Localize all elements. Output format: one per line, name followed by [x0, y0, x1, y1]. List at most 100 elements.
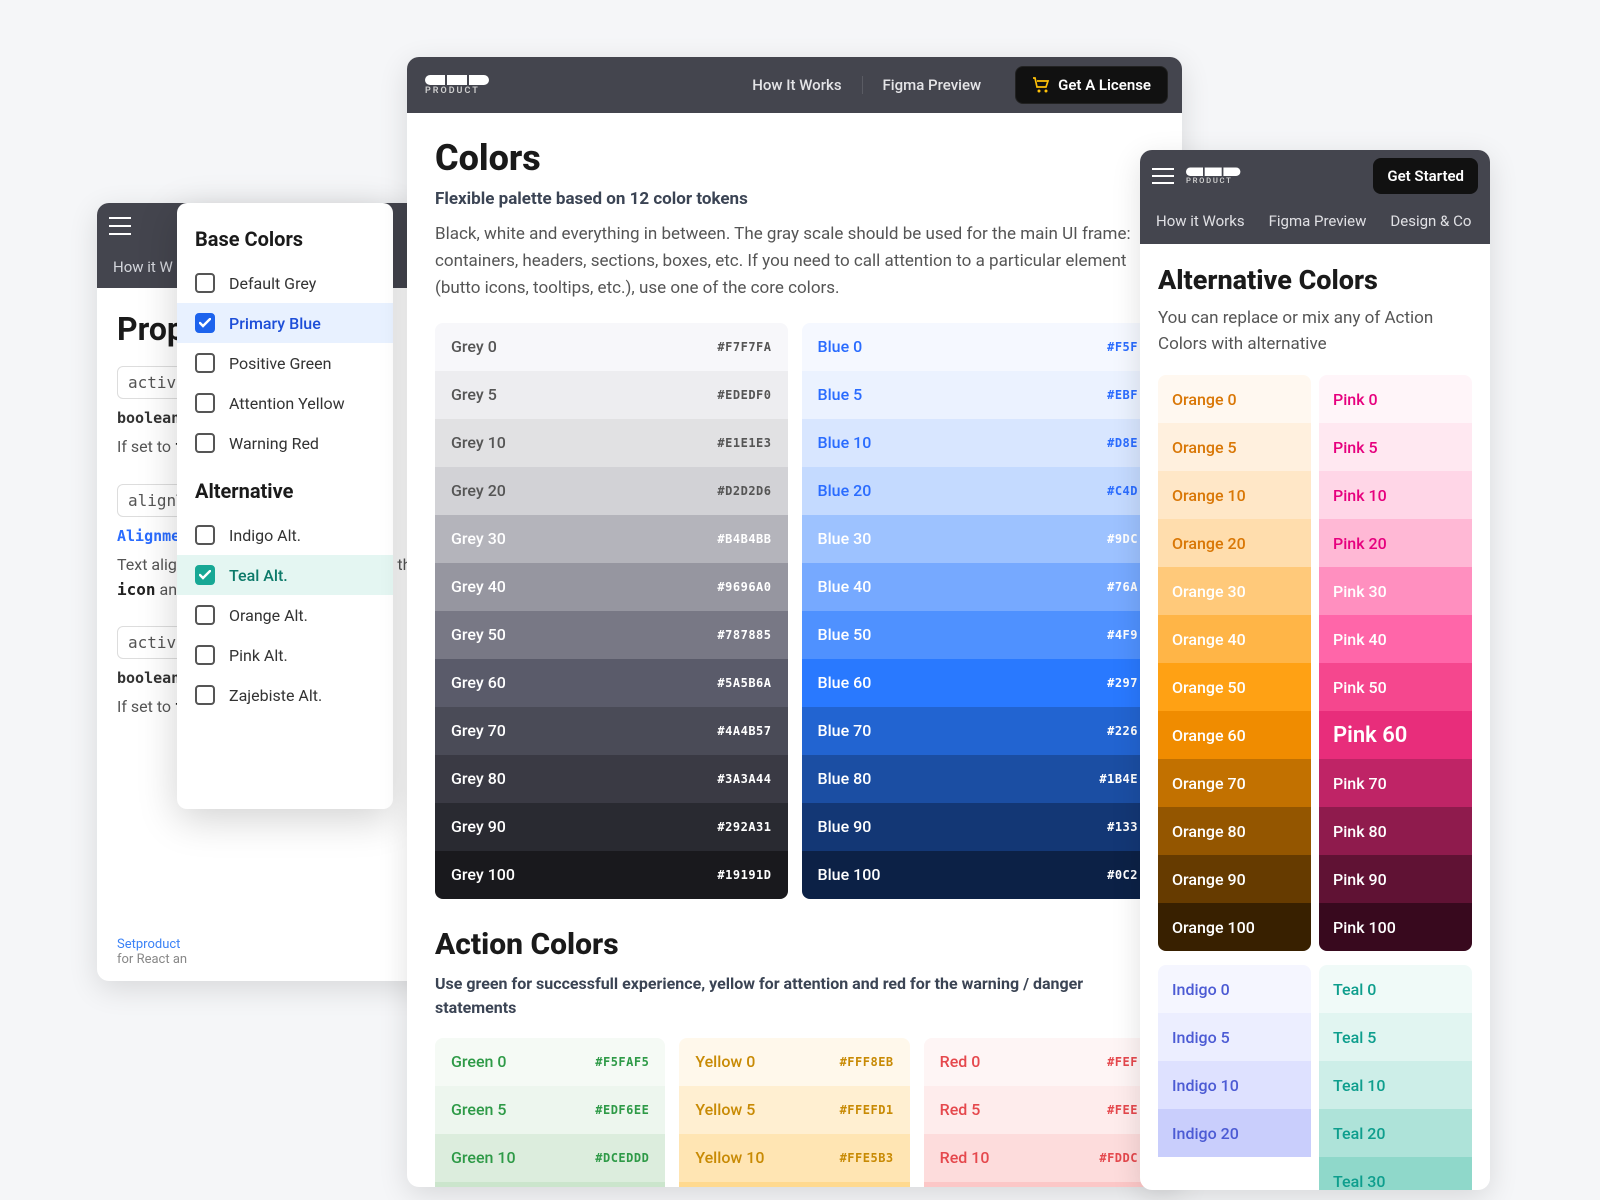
swatch-row[interactable]: Blue 5#EBF — [802, 371, 1155, 419]
swatch-row[interactable]: Blue 70#226 — [802, 707, 1155, 755]
logo[interactable]: PRODUCT — [1186, 167, 1240, 184]
subnav-figma-preview[interactable]: Figma Preview — [1269, 212, 1367, 230]
swatch-row[interactable]: Grey 30#B4B4BB — [435, 515, 788, 563]
swatch-row[interactable]: Indigo 20 — [1158, 1109, 1311, 1157]
swatch-row[interactable]: Orange 90 — [1158, 855, 1311, 903]
subnav-design-code[interactable]: Design & Co — [1390, 212, 1471, 230]
swatch-row[interactable]: Orange 50 — [1158, 663, 1311, 711]
swatch-row[interactable]: Grey 10#E1E1E3 — [435, 419, 788, 467]
swatch-row[interactable]: Teal 0 — [1319, 965, 1472, 1013]
swatch-row[interactable]: Pink 70 — [1319, 759, 1472, 807]
swatch-row[interactable]: Blue 30#9DC — [802, 515, 1155, 563]
swatch-row[interactable]: Pink 30 — [1319, 567, 1472, 615]
swatch-row[interactable]: Grey 60#5A5B6A — [435, 659, 788, 707]
checkbox[interactable] — [195, 645, 215, 665]
swatch-row[interactable]: Grey 70#4A4B57 — [435, 707, 788, 755]
swatch-row[interactable]: Yellow 0#FFF8EB — [679, 1038, 909, 1086]
swatch-row[interactable]: Orange 5 — [1158, 423, 1311, 471]
color-filter-item[interactable]: Attention Yellow — [177, 383, 393, 423]
swatch-row[interactable]: Yellow 20#FFD98F — [679, 1182, 909, 1187]
swatch-row[interactable]: Orange 10 — [1158, 471, 1311, 519]
swatch-row[interactable]: Green 5#EDF6EE — [435, 1086, 665, 1134]
checkbox[interactable] — [195, 525, 215, 545]
swatch-row[interactable]: Orange 80 — [1158, 807, 1311, 855]
swatch-row[interactable]: Grey 5#EDEDF0 — [435, 371, 788, 419]
swatch-row[interactable]: Teal 20 — [1319, 1109, 1472, 1157]
swatch-row[interactable]: Orange 70 — [1158, 759, 1311, 807]
swatch-row[interactable]: Pink 100 — [1319, 903, 1472, 951]
swatch-row[interactable]: Red 5#FEE — [924, 1086, 1154, 1134]
color-filter-item[interactable]: Zajebiste Alt. — [177, 675, 393, 715]
swatch-row[interactable]: Green 10#DCEDDD — [435, 1134, 665, 1182]
checkbox[interactable] — [195, 393, 215, 413]
checkbox[interactable] — [195, 313, 215, 333]
swatch-row[interactable]: Green 0#F5FAF5 — [435, 1038, 665, 1086]
swatch-row[interactable]: Pink 10 — [1319, 471, 1472, 519]
swatch-row[interactable]: Grey 50#787885 — [435, 611, 788, 659]
nav-figma-preview[interactable]: Figma Preview — [863, 76, 1002, 94]
menu-icon[interactable] — [1152, 168, 1174, 184]
swatch-row[interactable]: Blue 40#76A — [802, 563, 1155, 611]
swatch-row[interactable]: Orange 60 — [1158, 711, 1311, 759]
swatch-row[interactable]: Orange 30 — [1158, 567, 1311, 615]
swatch-row[interactable]: Grey 90#292A31 — [435, 803, 788, 851]
swatch-row[interactable]: Red 10#FDDC — [924, 1134, 1154, 1182]
swatch-row[interactable]: Orange 40 — [1158, 615, 1311, 663]
swatch-row[interactable]: Teal 30 — [1319, 1157, 1472, 1190]
swatch-row[interactable]: Yellow 10#FFE5B3 — [679, 1134, 909, 1182]
swatch-row[interactable]: Grey 40#9696A0 — [435, 563, 788, 611]
checkbox[interactable] — [195, 353, 215, 373]
swatch-row[interactable]: Teal 5 — [1319, 1013, 1472, 1061]
swatch-row[interactable]: Pink 40 — [1319, 615, 1472, 663]
swatch-row[interactable]: Blue 60#297 — [802, 659, 1155, 707]
color-filter-item[interactable]: Indigo Alt. — [177, 515, 393, 555]
color-filter-item[interactable]: Pink Alt. — [177, 635, 393, 675]
swatch-row[interactable]: Pink 5 — [1319, 423, 1472, 471]
color-filter-item[interactable]: Warning Red — [177, 423, 393, 463]
checkbox[interactable] — [195, 565, 215, 585]
checkbox[interactable] — [195, 685, 215, 705]
swatch-row[interactable]: Blue 50#4F9 — [802, 611, 1155, 659]
color-filter-item[interactable]: Default Grey — [177, 263, 393, 303]
nav-how-it-works[interactable]: How It Works — [732, 76, 862, 94]
swatch-row[interactable]: Grey 100#19191D — [435, 851, 788, 899]
color-filter-item[interactable]: Primary Blue — [177, 303, 393, 343]
swatch-row[interactable]: Grey 20#D2D2D6 — [435, 467, 788, 515]
subnav-item[interactable]: How it W — [113, 258, 173, 276]
swatch-row[interactable]: Pink 0 — [1319, 375, 1472, 423]
get-started-button[interactable]: Get Started — [1373, 158, 1478, 194]
checkbox[interactable] — [195, 605, 215, 625]
swatch-row[interactable]: Pink 60 — [1319, 711, 1472, 759]
swatch-row[interactable]: Pink 90 — [1319, 855, 1472, 903]
swatch-row[interactable]: Red 0#FEF — [924, 1038, 1154, 1086]
swatch-row[interactable]: Blue 20#C4D — [802, 467, 1155, 515]
swatch-row[interactable]: Orange 0 — [1158, 375, 1311, 423]
swatch-row[interactable]: Indigo 0 — [1158, 965, 1311, 1013]
swatch-row[interactable]: Pink 50 — [1319, 663, 1472, 711]
swatch-row[interactable]: Grey 0#F7F7FA — [435, 323, 788, 371]
subnav-how-it-works[interactable]: How it Works — [1156, 212, 1245, 230]
swatch-row[interactable]: Blue 10#D8E — [802, 419, 1155, 467]
color-filter-item[interactable]: Teal Alt. — [177, 555, 393, 595]
checkbox[interactable] — [195, 433, 215, 453]
swatch-row[interactable]: Teal 10 — [1319, 1061, 1472, 1109]
swatch-row[interactable]: Pink 20 — [1319, 519, 1472, 567]
color-filter-item[interactable]: Orange Alt. — [177, 595, 393, 635]
swatch-row[interactable]: Blue 80#1B4E — [802, 755, 1155, 803]
swatch-row[interactable]: Blue 100#0C2 — [802, 851, 1155, 899]
swatch-row[interactable]: Orange 100 — [1158, 903, 1311, 951]
swatch-row[interactable]: Green 20#CBE5CC — [435, 1182, 665, 1187]
swatch-row[interactable]: Pink 80 — [1319, 807, 1472, 855]
swatch-row[interactable]: Indigo 10 — [1158, 1061, 1311, 1109]
swatch-row[interactable]: Red 20 — [924, 1182, 1154, 1187]
checkbox[interactable] — [195, 273, 215, 293]
swatch-row[interactable]: Blue 90#133 — [802, 803, 1155, 851]
menu-icon[interactable] — [109, 217, 131, 235]
logo[interactable]: PRODUCT — [425, 75, 489, 95]
swatch-row[interactable]: Grey 80#3A3A44 — [435, 755, 788, 803]
swatch-row[interactable]: Yellow 5#FFEFD1 — [679, 1086, 909, 1134]
footer-link[interactable]: Setproduct — [117, 937, 180, 952]
swatch-row[interactable]: Blue 0#F5F — [802, 323, 1155, 371]
swatch-row[interactable]: Indigo 5 — [1158, 1013, 1311, 1061]
color-filter-item[interactable]: Positive Green — [177, 343, 393, 383]
